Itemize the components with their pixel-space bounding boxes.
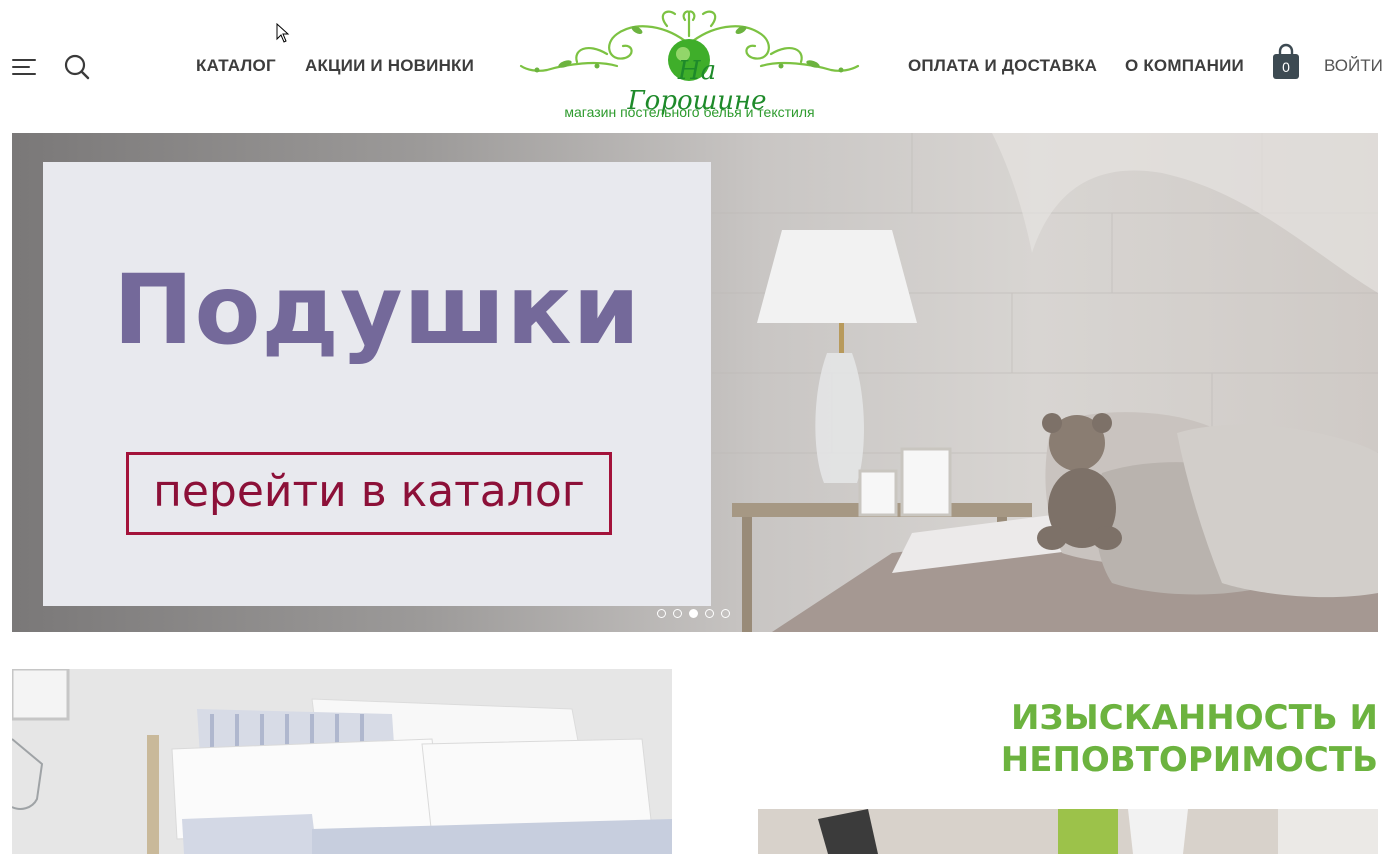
slider-dot-2[interactable]: [673, 609, 682, 618]
nav-catalog[interactable]: КАТАЛОГ: [196, 56, 276, 76]
hero-promo-panel: Подушки перейти в каталог: [43, 162, 711, 606]
slider-dot-4[interactable]: [705, 609, 714, 618]
menu-icon[interactable]: [12, 57, 36, 77]
nav-about[interactable]: О КОМПАНИИ: [1125, 56, 1244, 76]
interior-photo-art: [758, 809, 1378, 854]
mouse-cursor-icon: [276, 23, 290, 43]
login-link[interactable]: ВОЙТИ: [1324, 56, 1383, 76]
slider-dot-5[interactable]: [721, 609, 730, 618]
nav-payment-delivery[interactable]: ОПЛАТА И ДОСТАВКА: [908, 56, 1097, 76]
cart-button[interactable]: 0: [1272, 43, 1300, 80]
slogan-line-2: НЕПОВТОРИМОСТЬ: [1000, 740, 1378, 780]
bedding-photo[interactable]: [12, 669, 672, 854]
site-header: КАТАЛОГ АКЦИИ И НОВИНКИ На Горошине мага…: [0, 0, 1392, 133]
site-logo[interactable]: На Горошине магазин постельного белья и …: [517, 6, 862, 126]
bedding-photo-art: [12, 669, 672, 854]
slider-dot-1[interactable]: [657, 609, 666, 618]
slogan-line-1: ИЗЫСКАННОСТЬ И: [1010, 698, 1378, 738]
interior-photo[interactable]: [758, 809, 1378, 854]
hero-slider[interactable]: Подушки перейти в каталог: [12, 133, 1378, 632]
hero-title: Подушки: [113, 254, 641, 366]
cart-count: 0: [1282, 59, 1290, 75]
search-icon[interactable]: [64, 54, 90, 80]
nav-promotions[interactable]: АКЦИИ И НОВИНКИ: [305, 56, 474, 76]
go-to-catalog-button[interactable]: перейти в каталог: [126, 452, 612, 535]
logo-tagline: магазин постельного белья и текстиля: [564, 104, 815, 120]
slider-dot-3[interactable]: [689, 609, 698, 618]
section-slogan: ИЗЫСКАННОСТЬ И НЕПОВТОРИМОСТЬ: [960, 697, 1378, 781]
